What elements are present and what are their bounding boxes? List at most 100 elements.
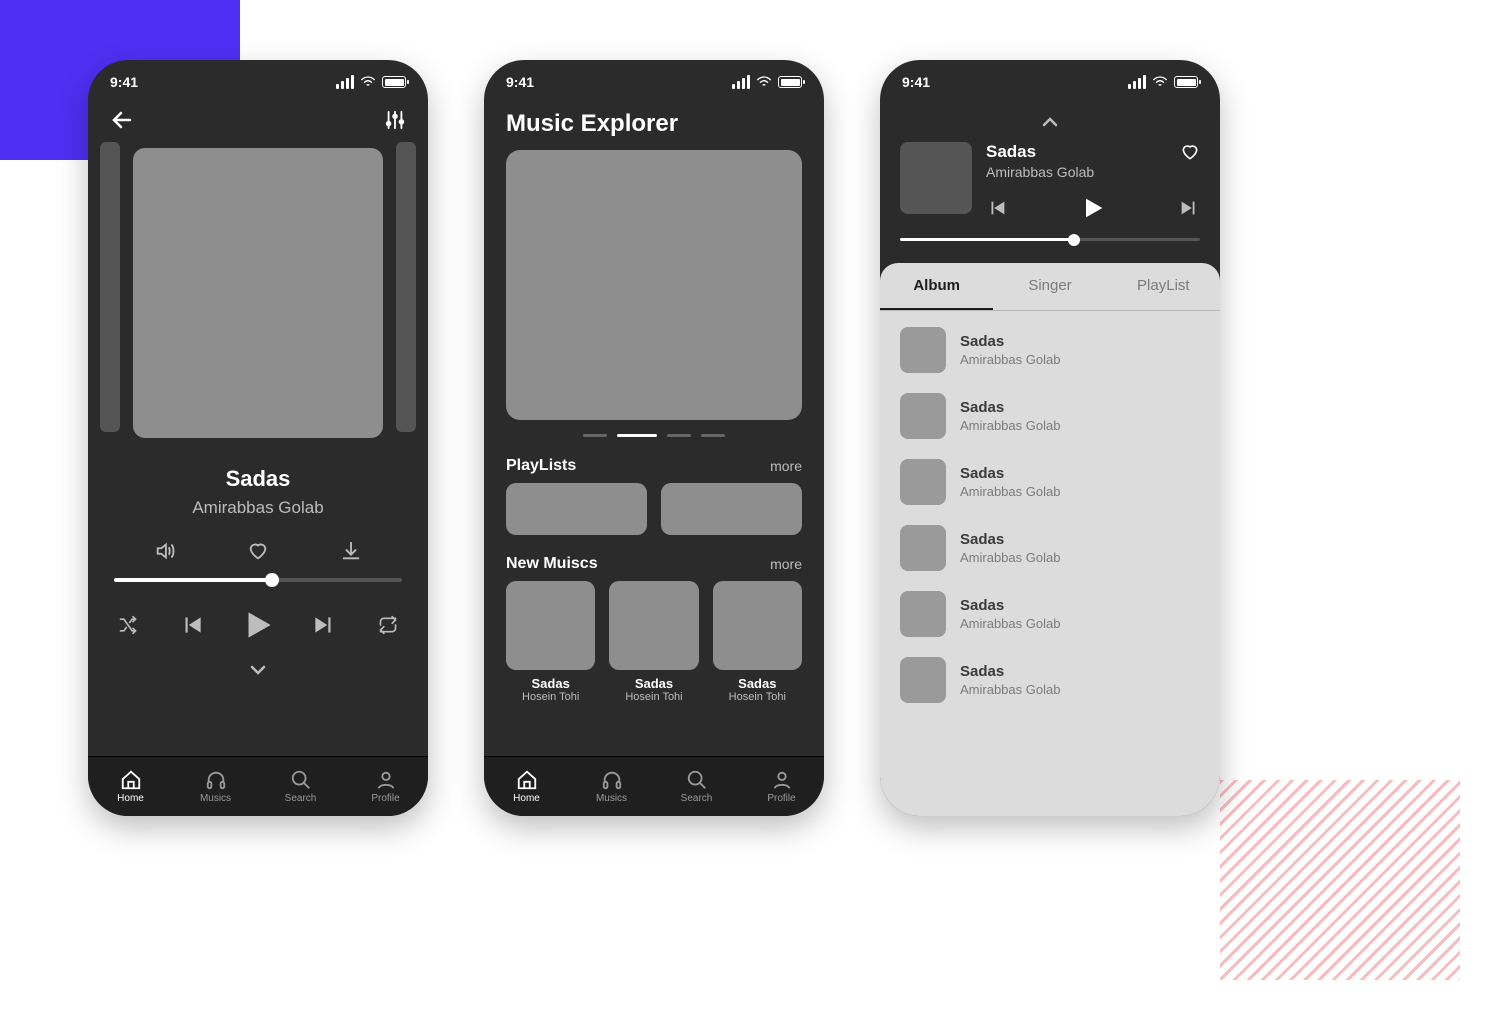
mini-track-title: Sadas [986, 142, 1094, 162]
status-time: 9:41 [110, 74, 138, 90]
list-thumb [900, 657, 946, 703]
list-item[interactable]: SadasAmirabbas Golab [894, 383, 1206, 449]
list-item[interactable]: SadasAmirabbas Golab [894, 449, 1206, 515]
segment-control: Album Singer PlayList [880, 263, 1220, 311]
heart-icon [1180, 142, 1200, 162]
list-thumb [900, 459, 946, 505]
status-time: 9:41 [902, 74, 930, 90]
music-card[interactable]: Sadas Hosein Tohi [609, 581, 698, 703]
playlists-more-button[interactable]: more [770, 458, 802, 474]
segment-playlist[interactable]: PlayList [1107, 263, 1220, 310]
carousel-indicator[interactable] [484, 420, 824, 451]
arrow-left-icon [110, 108, 134, 132]
skip-back-icon [986, 197, 1008, 219]
mini-track-artist: Amirabbas Golab [986, 164, 1094, 180]
playlist-card[interactable] [661, 483, 802, 535]
tab-profile-label: Profile [371, 793, 399, 804]
collapse-button[interactable] [246, 658, 270, 682]
music-artist: Hosein Tohi [625, 691, 682, 703]
expand-button[interactable] [1038, 110, 1062, 134]
tab-profile[interactable]: Profile [739, 757, 824, 816]
shuffle-button[interactable] [118, 615, 138, 635]
list-item[interactable]: SadasAmirabbas Golab [894, 515, 1206, 581]
tab-musics[interactable]: Musics [569, 757, 654, 816]
mini-favorite-button[interactable] [1180, 142, 1200, 162]
segment-album[interactable]: Album [880, 263, 993, 310]
play-icon [1079, 194, 1107, 222]
bottom-sheet: Album Singer PlayList SadasAmirabbas Gol… [880, 263, 1220, 816]
tab-musics[interactable]: Musics [173, 757, 258, 816]
signal-icon [1128, 75, 1146, 89]
repeat-button[interactable] [378, 615, 398, 635]
volume-button[interactable] [154, 540, 176, 562]
music-card[interactable]: Sadas Hosein Tohi [506, 581, 595, 703]
progress-fill [114, 578, 272, 582]
mini-progress-knob[interactable] [1068, 234, 1080, 246]
wifi-icon [1152, 76, 1168, 88]
newmusics-more-button[interactable]: more [770, 556, 802, 572]
status-time: 9:41 [506, 74, 534, 90]
album-art [133, 148, 383, 438]
list-item[interactable]: SadasAmirabbas Golab [894, 581, 1206, 647]
tab-bar: Home Musics Search Profile [484, 756, 824, 816]
music-cover [506, 581, 595, 670]
phone-explorer: 9:41 Music Explorer PlayLists more New M… [484, 60, 824, 816]
mini-album-art [900, 142, 972, 214]
list-artist: Amirabbas Golab [960, 484, 1060, 499]
section-head-newmusics: New Muiscs more [484, 549, 824, 581]
track-title: Sadas [88, 466, 428, 492]
list-item[interactable]: SadasAmirabbas Golab [894, 647, 1206, 713]
mini-previous-button[interactable] [986, 197, 1008, 219]
mini-progress-bar[interactable] [900, 238, 1200, 241]
album-art-carousel[interactable] [88, 142, 428, 438]
tab-profile[interactable]: Profile [343, 757, 428, 816]
music-title: Sadas [738, 676, 776, 691]
tab-search[interactable]: Search [654, 757, 739, 816]
phone-mini-player: 9:41 Sadas Amirabbas Golab [880, 60, 1220, 816]
mini-play-button[interactable] [1079, 194, 1107, 222]
music-cover [609, 581, 698, 670]
chevron-up-icon [1038, 110, 1062, 134]
play-button[interactable] [239, 606, 277, 644]
tab-home[interactable]: Home [484, 757, 569, 816]
track-list[interactable]: SadasAmirabbas Golab SadasAmirabbas Gola… [880, 311, 1220, 816]
music-title: Sadas [532, 676, 570, 691]
heart-icon [247, 540, 269, 562]
tab-musics-label: Musics [200, 793, 231, 804]
skip-forward-icon [1178, 197, 1200, 219]
equalizer-button[interactable] [384, 109, 406, 131]
featured-banner[interactable] [506, 150, 802, 420]
list-artist: Amirabbas Golab [960, 616, 1060, 631]
segment-singer[interactable]: Singer [993, 263, 1106, 310]
mini-next-button[interactable] [1178, 197, 1200, 219]
next-button[interactable] [311, 612, 337, 638]
music-artist: Hosein Tohi [729, 691, 786, 703]
sliders-icon [384, 109, 406, 131]
list-title: Sadas [960, 333, 1060, 350]
tab-home[interactable]: Home [88, 757, 173, 816]
music-cover [713, 581, 802, 670]
back-button[interactable] [110, 108, 134, 132]
dot [667, 434, 691, 437]
progress-bar[interactable] [114, 578, 402, 582]
status-bar: 9:41 [484, 60, 824, 104]
page-title: Music Explorer [484, 104, 824, 150]
battery-icon [778, 76, 802, 88]
playlist-card[interactable] [506, 483, 647, 535]
music-artist: Hosein Tohi [522, 691, 579, 703]
music-card[interactable]: Sadas Hosein Tohi [713, 581, 802, 703]
signal-icon [732, 75, 750, 89]
favorite-button[interactable] [247, 540, 269, 562]
tab-search[interactable]: Search [258, 757, 343, 816]
list-thumb [900, 393, 946, 439]
mini-progress-fill [900, 238, 1074, 241]
download-button[interactable] [340, 540, 362, 562]
repeat-icon [378, 615, 398, 635]
progress-knob[interactable] [265, 573, 279, 587]
previous-button[interactable] [179, 612, 205, 638]
dot [701, 434, 725, 437]
tab-profile-label: Profile [767, 793, 795, 804]
status-bar: 9:41 [88, 60, 428, 104]
list-artist: Amirabbas Golab [960, 418, 1060, 433]
list-item[interactable]: SadasAmirabbas Golab [894, 317, 1206, 383]
